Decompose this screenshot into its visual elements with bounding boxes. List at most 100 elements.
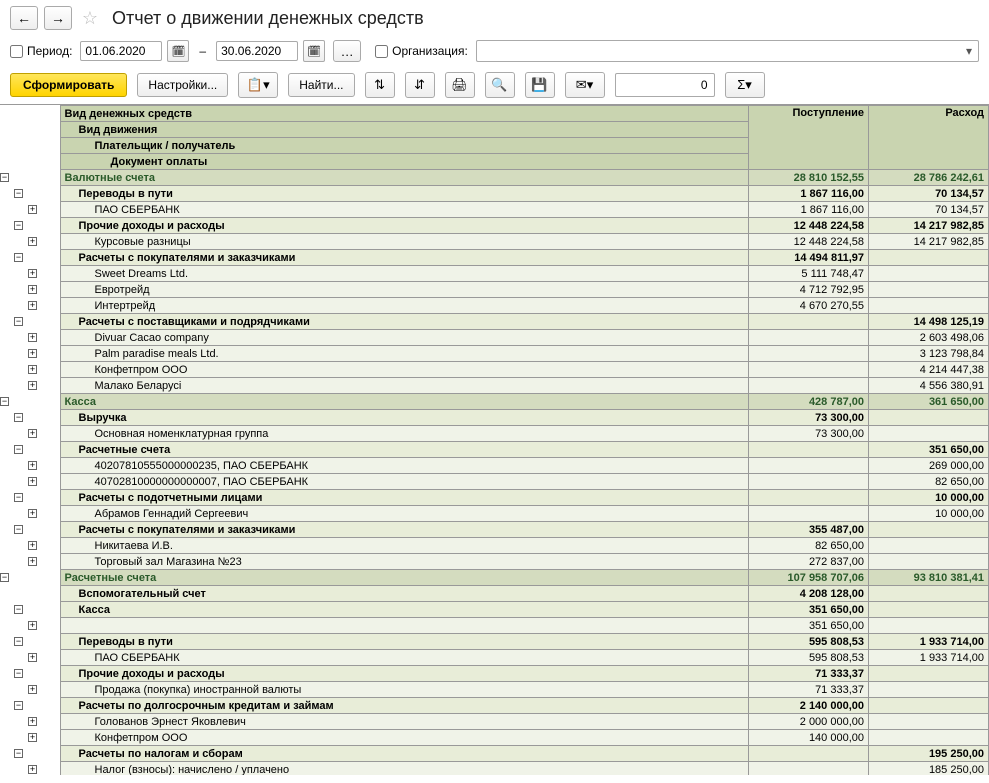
mail-dropdown-button[interactable]: ✉▾ — [565, 72, 605, 98]
expand-icon[interactable]: + — [28, 557, 37, 566]
expand-icon[interactable]: + — [28, 269, 37, 278]
expand-icon[interactable]: + — [28, 333, 37, 342]
save-button[interactable]: 💾 — [525, 72, 555, 98]
expand-icon[interactable]: + — [28, 237, 37, 246]
row-expense — [869, 554, 989, 570]
collapse-all-button[interactable]: ⇵ — [405, 72, 435, 98]
row-income: 2 000 000,00 — [749, 714, 869, 730]
collapse-icon[interactable]: − — [14, 701, 23, 710]
date-from-calendar-icon[interactable]: 🗓 — [167, 40, 189, 62]
row-expense: 269 000,00 — [869, 458, 989, 474]
row-expense: 14 217 982,85 — [869, 234, 989, 250]
row-name: Вспомогательный счет — [60, 586, 749, 602]
row-income — [749, 746, 869, 762]
expand-icon[interactable]: + — [28, 285, 37, 294]
sum-dropdown-button[interactable]: Σ▾ — [725, 72, 765, 98]
row-income: 12 448 224,58 — [749, 218, 869, 234]
row-income: 1 867 116,00 — [749, 202, 869, 218]
expand-icon[interactable]: + — [28, 381, 37, 390]
expand-icon[interactable]: + — [28, 653, 37, 662]
row-name: Прочие доходы и расходы — [60, 666, 749, 682]
collapse-icon[interactable]: − — [14, 221, 23, 230]
row-income: 355 487,00 — [749, 522, 869, 538]
row-expense — [869, 666, 989, 682]
table-row: −Касса351 650,00 — [0, 602, 989, 618]
find-button[interactable]: Найти... — [288, 73, 354, 97]
expand-icon[interactable]: + — [28, 205, 37, 214]
row-expense: 351 650,00 — [869, 442, 989, 458]
org-checkbox[interactable] — [375, 45, 388, 58]
collapse-icon[interactable]: − — [0, 173, 9, 182]
diskette-icon: 💾 — [531, 77, 547, 93]
table-row: −Валютные счета28 810 152,5528 786 242,6… — [0, 170, 989, 186]
row-income: 12 448 224,58 — [749, 234, 869, 250]
window-header: ← → ☆ Отчет о движении денежных средств — [0, 0, 989, 36]
expand-icon[interactable]: + — [28, 733, 37, 742]
row-expense: 10 000,00 — [869, 506, 989, 522]
printer-icon: 🖨 — [451, 77, 468, 93]
row-name: Расчеты с покупателями и заказчиками — [60, 522, 749, 538]
collapse-icon[interactable]: − — [14, 669, 23, 678]
period-checkbox[interactable] — [10, 45, 23, 58]
print-button[interactable]: 🖨 — [445, 72, 475, 98]
expand-icon[interactable]: + — [28, 717, 37, 726]
date-to-input[interactable] — [216, 41, 298, 61]
expand-icon[interactable]: + — [28, 461, 37, 470]
collapse-icon[interactable]: − — [14, 413, 23, 422]
expand-icon[interactable]: + — [28, 685, 37, 694]
collapse-icon[interactable]: − — [14, 637, 23, 646]
table-row: −Расчеты с подотчетными лицами10 000,00 — [0, 490, 989, 506]
expand-all-button[interactable]: ⇅ — [365, 72, 395, 98]
back-button[interactable]: ← — [10, 6, 38, 30]
org-select[interactable] — [476, 40, 979, 62]
expand-icon[interactable]: + — [28, 541, 37, 550]
collapse-icon[interactable]: − — [14, 605, 23, 614]
row-name: Основная номенклатурная группа — [60, 426, 749, 442]
expand-icon[interactable]: + — [28, 365, 37, 374]
table-row: +Конфетпром ООО4 214 447,38 — [0, 362, 989, 378]
collapse-icon[interactable]: − — [0, 397, 9, 406]
expand-icon[interactable]: + — [28, 621, 37, 630]
row-income — [749, 490, 869, 506]
date-to-calendar-icon[interactable]: 🗓 — [303, 40, 325, 62]
form-button[interactable]: Сформировать — [10, 73, 127, 97]
collapse-icon[interactable]: − — [14, 189, 23, 198]
table-row: −Касса428 787,00361 650,00 — [0, 394, 989, 410]
row-income — [749, 314, 869, 330]
table-row: +Продажа (покупка) иностранной валюты71 … — [0, 682, 989, 698]
forward-button[interactable]: → — [44, 6, 72, 30]
collapse-icon[interactable]: − — [14, 253, 23, 262]
expand-icon[interactable]: + — [28, 765, 37, 774]
favorite-star-icon[interactable]: ☆ — [78, 6, 102, 30]
period-more-button[interactable]: … — [333, 40, 361, 62]
table-row: +Основная номенклатурная группа73 300,00 — [0, 426, 989, 442]
collapse-icon[interactable]: − — [0, 573, 9, 582]
table-row: +Голованов Эрнест Яковлевич2 000 000,00 — [0, 714, 989, 730]
numeric-input[interactable] — [615, 73, 715, 97]
table-row: +Малако Беларусі4 556 380,91 — [0, 378, 989, 394]
collapse-icon[interactable]: − — [14, 525, 23, 534]
expand-icon[interactable]: + — [28, 509, 37, 518]
expand-icon[interactable]: + — [28, 349, 37, 358]
collapse-icon[interactable]: − — [14, 445, 23, 454]
row-income: 4 712 792,95 — [749, 282, 869, 298]
date-from-input[interactable] — [80, 41, 162, 61]
copy-dropdown-button[interactable]: 📋▾ — [238, 72, 278, 98]
preview-button[interactable]: 🔍 — [485, 72, 515, 98]
collapse-icon[interactable]: − — [14, 317, 23, 326]
table-row: +Налог (взносы): начислено / уплачено185… — [0, 762, 989, 776]
row-name: Divuar Cacao company — [60, 330, 749, 346]
row-income: 5 111 748,47 — [749, 266, 869, 282]
expand-icon[interactable]: + — [28, 429, 37, 438]
expand-icon[interactable]: + — [28, 301, 37, 310]
collapse-icon[interactable]: − — [14, 493, 23, 502]
table-row: −Переводы в пути1 867 116,0070 134,57 — [0, 186, 989, 202]
row-expense — [869, 266, 989, 282]
settings-button[interactable]: Настройки... — [137, 73, 228, 97]
row-income — [749, 362, 869, 378]
row-income: 28 810 152,55 — [749, 170, 869, 186]
row-name: Малако Беларусі — [60, 378, 749, 394]
expand-icon[interactable]: + — [28, 477, 37, 486]
row-expense: 10 000,00 — [869, 490, 989, 506]
collapse-icon[interactable]: − — [14, 749, 23, 758]
